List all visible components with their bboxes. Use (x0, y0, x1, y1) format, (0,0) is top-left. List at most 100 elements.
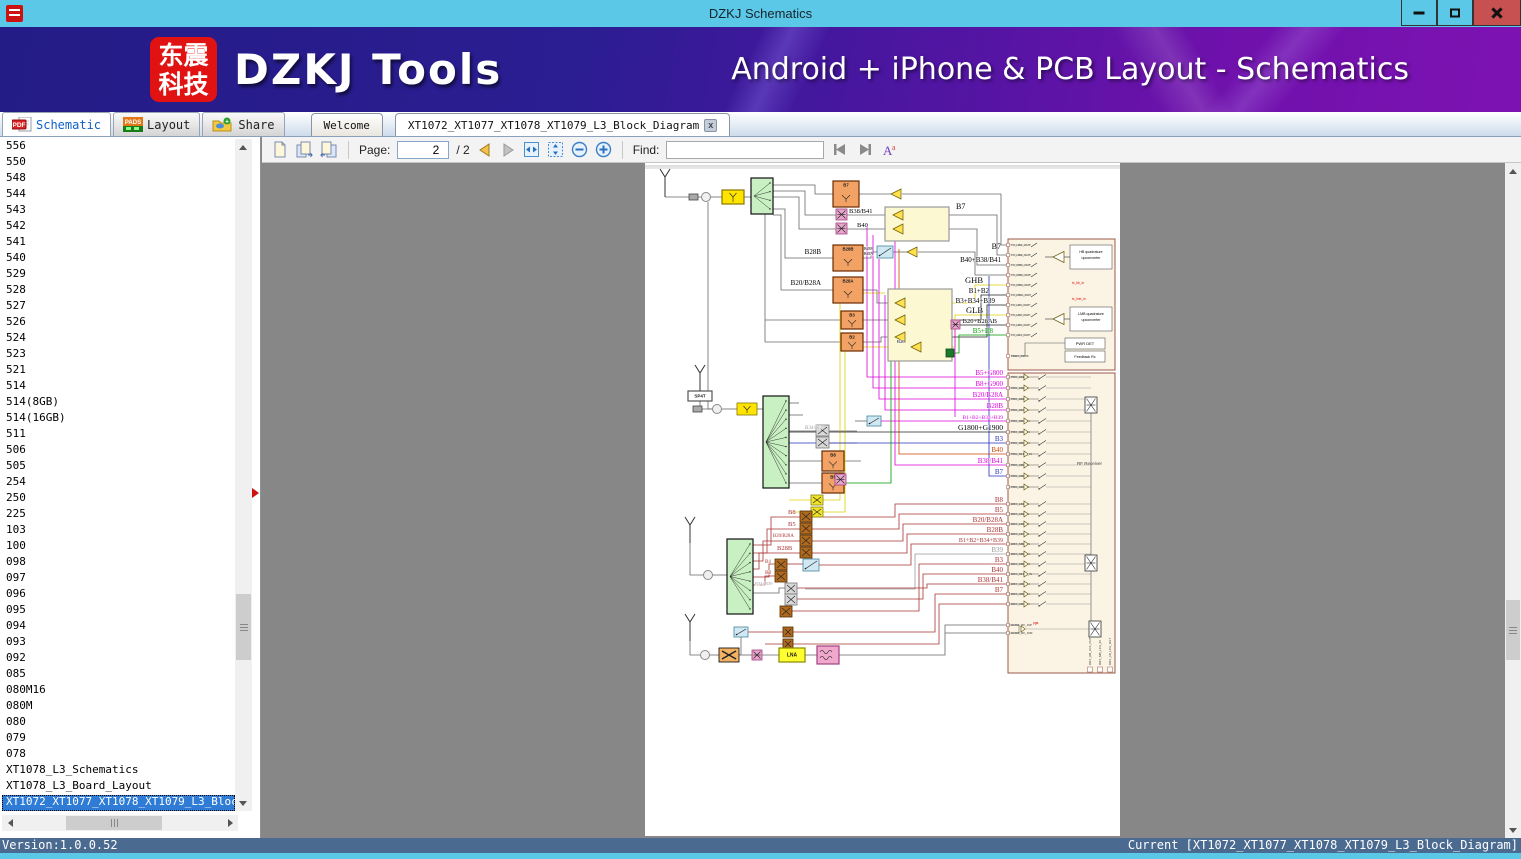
svg-text:B38/B41: B38/B41 (978, 576, 1004, 584)
svg-text:TX_MBA_OUT: TX_MBA_OUT (1011, 293, 1031, 297)
page-label: Page: (359, 142, 391, 157)
prev-page-button[interactable] (477, 142, 493, 158)
list-item[interactable]: 550 (2, 155, 235, 171)
scrollbar-thumb[interactable] (66, 816, 162, 830)
svg-text:DRX_LB_LCA_OUT: DRX_LB_LCA_OUT (1108, 638, 1112, 665)
maximize-button[interactable] (1437, 0, 1473, 26)
fit-width-icon[interactable] (523, 141, 540, 158)
list-item[interactable]: 511 (2, 427, 235, 443)
list-item[interactable]: 092 (2, 651, 235, 667)
sidebar-vertical-scrollbar[interactable] (235, 139, 252, 811)
list-item[interactable]: 080 (2, 715, 235, 731)
tab-share[interactable]: + Share (202, 112, 285, 136)
scroll-up-icon[interactable] (235, 139, 251, 155)
document-vertical-scrollbar[interactable] (1505, 163, 1521, 838)
list-item[interactable]: 225 (2, 507, 235, 523)
svg-text:B3: B3 (995, 556, 1004, 564)
scroll-up-icon[interactable] (1505, 163, 1521, 179)
scroll-left-icon[interactable] (2, 815, 18, 831)
list-item[interactable]: 505 (2, 459, 235, 475)
list-item[interactable]: XT1078_L3_Board_Layout (2, 779, 235, 795)
list-item[interactable]: 543 (2, 203, 235, 219)
svg-text:GHB: GHB (965, 275, 983, 285)
list-item[interactable]: 096 (2, 587, 235, 603)
list-item[interactable]: 544 (2, 187, 235, 203)
scrollbar-thumb[interactable] (236, 594, 251, 660)
svg-text:B28A: B28A (864, 252, 873, 256)
list-item[interactable]: 540 (2, 251, 235, 267)
pdf-icon: PDF (12, 117, 32, 132)
list-item[interactable]: 095 (2, 603, 235, 619)
svg-text:B40+B38/B41: B40+B38/B41 (960, 256, 1001, 264)
find-next-icon[interactable] (856, 142, 874, 157)
scroll-right-icon[interactable] (222, 815, 238, 831)
svg-text:DRX_HB_LCA_OUT: DRX_HB_LCA_OUT (1088, 637, 1092, 665)
svg-text:B28B: B28B (864, 247, 873, 251)
find-input[interactable] (666, 140, 825, 159)
match-case-icon[interactable]: A a (881, 142, 899, 158)
tab-close-icon[interactable]: x (704, 118, 718, 132)
list-item[interactable]: 093 (2, 635, 235, 651)
list-item[interactable]: 514(8GB) (2, 395, 235, 411)
list-item[interactable]: 527 (2, 299, 235, 315)
list-item[interactable]: 094 (2, 619, 235, 635)
svg-text:B8: B8 (995, 496, 1004, 504)
list-item[interactable]: 541 (2, 235, 235, 251)
list-item[interactable]: 254 (2, 475, 235, 491)
single-page-icon[interactable] (272, 141, 288, 158)
list-item[interactable]: 103 (2, 523, 235, 539)
zoom-in-button[interactable] (595, 141, 612, 158)
tab-layout[interactable]: PADS Layout (113, 112, 201, 136)
app-name: DZKJ Tools (234, 45, 503, 94)
list-item[interactable]: 529 (2, 267, 235, 283)
list-item[interactable]: 526 (2, 315, 235, 331)
tab-welcome[interactable]: Welcome (310, 113, 383, 136)
list-item-selected[interactable]: XT1072_XT1077_XT1078_XT1079_L3_Block_Dia… (2, 795, 235, 811)
book-view-icon[interactable] (320, 141, 338, 158)
minimize-button[interactable] (1401, 0, 1437, 26)
document-viewport[interactable]: TX_HB1_OUT TX_HB2_OUT TX_MB1_OUT TX_MB2_OUT… (262, 163, 1505, 838)
svg-text:SP4T: SP4T (694, 394, 706, 399)
svg-text:PWR DET: PWR DET (1076, 341, 1095, 346)
svg-text:pga: pga (1033, 621, 1039, 625)
list-item[interactable]: 097 (2, 571, 235, 587)
next-page-button[interactable] (500, 142, 516, 158)
list-item[interactable]: 548 (2, 171, 235, 187)
list-item[interactable]: 085 (2, 667, 235, 683)
list-item[interactable]: 542 (2, 219, 235, 235)
list-item[interactable]: 506 (2, 443, 235, 459)
find-previous-icon[interactable] (831, 142, 849, 157)
page-number-input[interactable] (397, 140, 450, 159)
list-item[interactable]: 523 (2, 347, 235, 363)
list-item[interactable]: 080M16 (2, 683, 235, 699)
svg-text:DRX_MB_LCA_IN: DRX_MB_LCA_IN (1098, 640, 1102, 665)
scrollbar-thumb[interactable] (1506, 600, 1520, 660)
svg-text:LMB quadrature: LMB quadrature (1078, 312, 1104, 316)
list-item[interactable]: 079 (2, 731, 235, 747)
tab-schematic[interactable]: PDF Schematic (2, 112, 112, 136)
close-button[interactable] (1473, 0, 1521, 26)
scroll-down-icon[interactable] (235, 795, 251, 811)
svg-text:B28B: B28B (777, 545, 793, 552)
list-item[interactable]: XT1078_L3_Schematics (2, 763, 235, 779)
list-item[interactable]: 514 (2, 379, 235, 395)
list-item[interactable]: 528 (2, 283, 235, 299)
list-item[interactable]: 250 (2, 491, 235, 507)
svg-text:B7: B7 (995, 468, 1004, 476)
tab-block-diagram[interactable]: XT1072_XT1077_XT1078_XT1079_L3_Block_Dia… (394, 113, 731, 136)
list-item[interactable]: 080M (2, 699, 235, 715)
list-item[interactable]: 514(16GB) (2, 411, 235, 427)
list-item[interactable]: 524 (2, 331, 235, 347)
facing-pages-icon[interactable] (295, 141, 313, 158)
list-item[interactable]: 521 (2, 363, 235, 379)
sidebar-horizontal-scrollbar[interactable] (2, 815, 238, 831)
svg-text:TX_LB4_OUT: TX_LB4_OUT (1011, 333, 1030, 337)
fit-page-icon[interactable] (547, 141, 564, 158)
zoom-out-button[interactable] (571, 141, 588, 158)
list-item[interactable]: 556 (2, 139, 235, 155)
schematic-page[interactable]: TX_HB1_OUT TX_HB2_OUT TX_MB1_OUT TX_MB2_OUT… (645, 163, 1120, 836)
list-item[interactable]: 100 (2, 539, 235, 555)
scroll-down-icon[interactable] (1505, 822, 1521, 838)
list-item[interactable]: 098 (2, 555, 235, 571)
list-item[interactable]: 078 (2, 747, 235, 763)
